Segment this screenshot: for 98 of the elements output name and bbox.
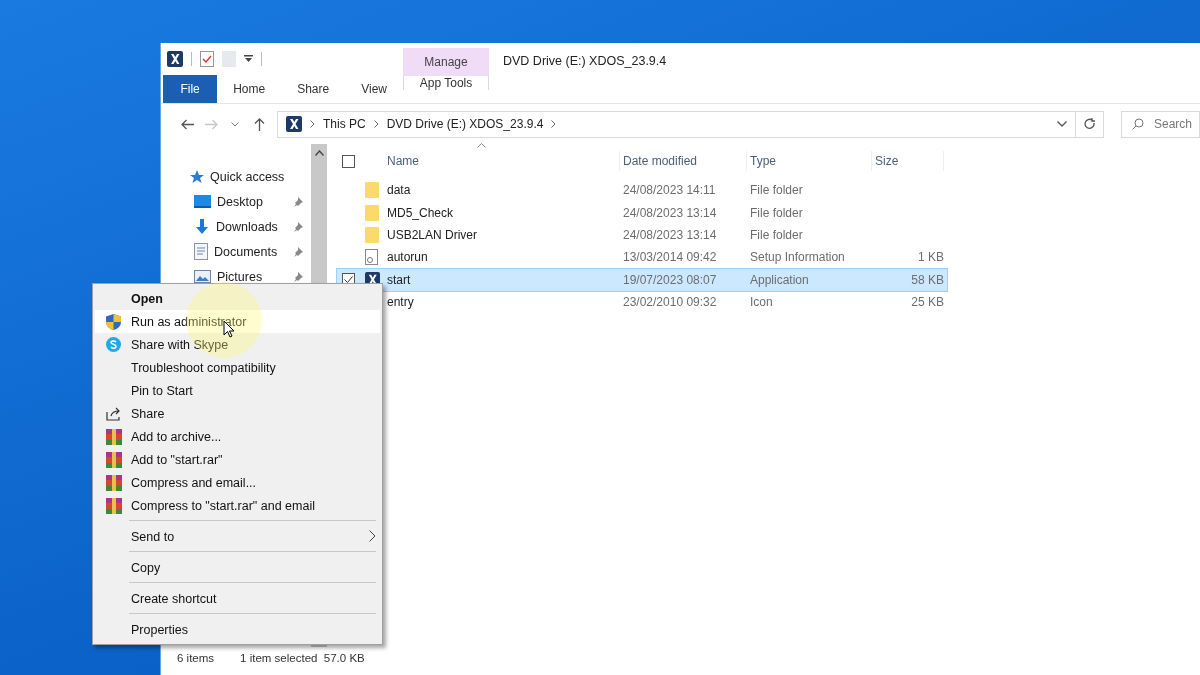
menu-item[interactable]: Troubleshoot compatibility bbox=[95, 356, 380, 379]
folder-icon bbox=[365, 204, 379, 221]
nav-item[interactable]: Documents bbox=[214, 244, 278, 259]
menu-item[interactable]: Add to "start.rar" bbox=[95, 448, 380, 471]
file-row[interactable]: data 24/08/2023 14:11 File folder bbox=[337, 179, 947, 202]
type-cell-text: Setup Information bbox=[749, 250, 846, 265]
type-cell-text: File folder bbox=[749, 183, 804, 198]
share-icon bbox=[105, 406, 122, 421]
folder-icon bbox=[365, 226, 379, 243]
up-icon[interactable] bbox=[253, 117, 265, 131]
size-cell-text: 58 KB bbox=[910, 272, 944, 287]
desktop-icon bbox=[194, 195, 211, 208]
menu-item[interactable]: Compress and email... bbox=[95, 471, 380, 494]
pin-icon bbox=[293, 222, 303, 232]
address-bar[interactable]: This PC DVD Drive (E:) XDOS_23.9.4 bbox=[277, 110, 1076, 138]
archive-icon bbox=[105, 428, 122, 445]
file-name: start bbox=[387, 272, 412, 287]
size-cell-text: 1 KB bbox=[917, 250, 944, 265]
nav-item[interactable]: Quick access bbox=[210, 169, 285, 184]
type-cell-text: File folder bbox=[749, 205, 804, 220]
ribbon-tab[interactable]: View bbox=[345, 75, 403, 103]
chevron-right-icon bbox=[369, 530, 376, 542]
menu-item[interactable]: Compress to "start.rar" and email bbox=[95, 494, 380, 517]
ribbon-tab[interactable]: App Tools bbox=[403, 76, 489, 90]
menu-item[interactable]: Run as administrator bbox=[95, 310, 380, 333]
nav-item[interactable]: Desktop bbox=[217, 194, 263, 209]
chevron-right-icon bbox=[373, 120, 379, 128]
ribbon-tab[interactable]: Share bbox=[281, 75, 346, 103]
type-cell-text: File folder bbox=[749, 227, 804, 242]
file-row[interactable]: autorun 13/03/2014 09:42 Setup Information 1 KB bbox=[337, 246, 947, 269]
type-cell-text: Application bbox=[749, 272, 810, 287]
menu-item[interactable]: Create shortcut bbox=[95, 587, 380, 610]
date-cell-text: 24/08/2023 13:14 bbox=[622, 227, 718, 242]
shield-icon bbox=[106, 313, 121, 330]
file-name: entry bbox=[387, 295, 415, 310]
breadcrumb[interactable]: DVD Drive (E:) XDOS_23.9.4 bbox=[386, 117, 544, 131]
nav-item[interactable]: Pictures bbox=[217, 269, 263, 284]
file-row[interactable]: MD5_Check 24/08/2023 13:14 File folder bbox=[337, 201, 947, 224]
archive-icon bbox=[105, 474, 122, 491]
back-icon[interactable] bbox=[180, 118, 194, 130]
chevron-right-icon bbox=[551, 120, 557, 128]
pin-icon bbox=[293, 197, 303, 207]
settings-file-icon bbox=[365, 249, 378, 266]
selection-info: 1 item selected 57.0 KB bbox=[240, 652, 365, 664]
date-cell-text: 23/02/2010 09:32 bbox=[622, 295, 718, 310]
item-count: 6 items bbox=[177, 652, 215, 664]
file-name: USB2LAN Driver bbox=[387, 227, 479, 242]
scroll-up-icon[interactable] bbox=[314, 150, 324, 156]
app-logo-icon bbox=[167, 51, 183, 68]
star-icon bbox=[190, 169, 204, 184]
checklist-icon[interactable] bbox=[200, 51, 214, 68]
nav-item[interactable]: Downloads bbox=[216, 219, 278, 234]
type-cell-text: Icon bbox=[749, 295, 774, 310]
column-header[interactable]: Type bbox=[747, 151, 872, 171]
menu-item[interactable]: Share bbox=[95, 402, 380, 425]
menu-item[interactable]: Add to archive... bbox=[95, 425, 380, 448]
app-logo-icon bbox=[286, 116, 302, 132]
archive-icon bbox=[105, 451, 122, 468]
menu-item[interactable]: Pin to Start bbox=[95, 379, 380, 402]
date-cell-text: 19/07/2023 08:07 bbox=[622, 272, 718, 287]
column-header[interactable]: Name bbox=[387, 151, 620, 171]
window-title: DVD Drive (E:) XDOS_23.9.4 bbox=[503, 54, 667, 68]
chevron-right-icon bbox=[310, 120, 315, 128]
chevron-down-icon[interactable] bbox=[1057, 121, 1067, 127]
size-cell-text: 25 KB bbox=[910, 295, 944, 310]
file-name: data bbox=[387, 183, 412, 198]
file-name: MD5_Check bbox=[387, 205, 455, 220]
dropdown-icon[interactable] bbox=[244, 55, 253, 64]
date-cell-text: 24/08/2023 13:14 bbox=[622, 205, 718, 220]
menu-item[interactable]: Share with Skype bbox=[95, 333, 380, 356]
menu-item[interactable]: Send to bbox=[95, 525, 380, 548]
pin-icon bbox=[293, 272, 303, 282]
selected-row[interactable]: start 19/07/2023 08:07 Application 58 KB bbox=[337, 268, 947, 291]
search-field[interactable]: Search bbox=[1121, 110, 1200, 138]
file-name: autorun bbox=[387, 250, 429, 265]
pin-icon bbox=[293, 247, 303, 257]
breadcrumb[interactable]: This PC bbox=[323, 117, 366, 131]
select-all-checkbox[interactable] bbox=[342, 154, 355, 168]
refresh-button[interactable] bbox=[1076, 110, 1104, 138]
column-header[interactable]: Size bbox=[872, 151, 944, 171]
document-icon bbox=[194, 243, 208, 260]
file-tab[interactable]: File bbox=[163, 75, 218, 103]
skype-icon bbox=[106, 337, 121, 352]
sort-icon bbox=[477, 143, 486, 148]
folder-icon bbox=[365, 182, 379, 199]
date-cell-text: 13/03/2014 09:42 bbox=[622, 250, 718, 265]
refresh-icon bbox=[1083, 117, 1096, 131]
menu-item[interactable]: Properties bbox=[95, 618, 380, 641]
ribbon-tab[interactable]: Home bbox=[217, 75, 282, 103]
date-cell-text: 24/08/2023 14:11 bbox=[622, 183, 717, 198]
archive-icon bbox=[105, 497, 122, 514]
search-icon bbox=[1132, 118, 1144, 130]
chevron-down-icon[interactable] bbox=[231, 121, 239, 127]
column-header[interactable]: Date modified bbox=[620, 151, 747, 171]
menu-item[interactable]: Copy bbox=[95, 556, 380, 579]
file-row[interactable]: USB2LAN Driver 24/08/2023 13:14 File folder bbox=[337, 223, 947, 247]
tab-group-header: Manage bbox=[403, 48, 489, 76]
download-icon bbox=[194, 218, 210, 235]
